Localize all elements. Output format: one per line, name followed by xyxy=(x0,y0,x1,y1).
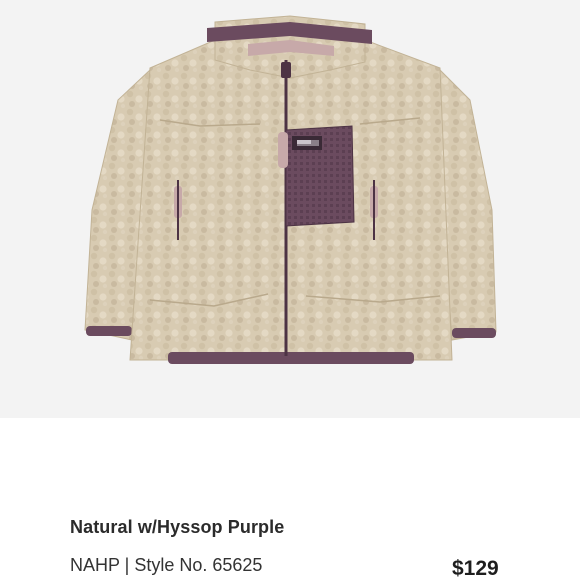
product-image[interactable] xyxy=(0,0,580,418)
price: $129 xyxy=(452,557,499,580)
product-info: Natural w/Hyssop Purple NAHP | Style No.… xyxy=(0,418,580,580)
color-name: Natural w/Hyssop Purple xyxy=(70,517,285,537)
style-number: NAHP | Style No. 65625 xyxy=(70,555,263,575)
fleece-jacket-illustration xyxy=(84,15,497,364)
